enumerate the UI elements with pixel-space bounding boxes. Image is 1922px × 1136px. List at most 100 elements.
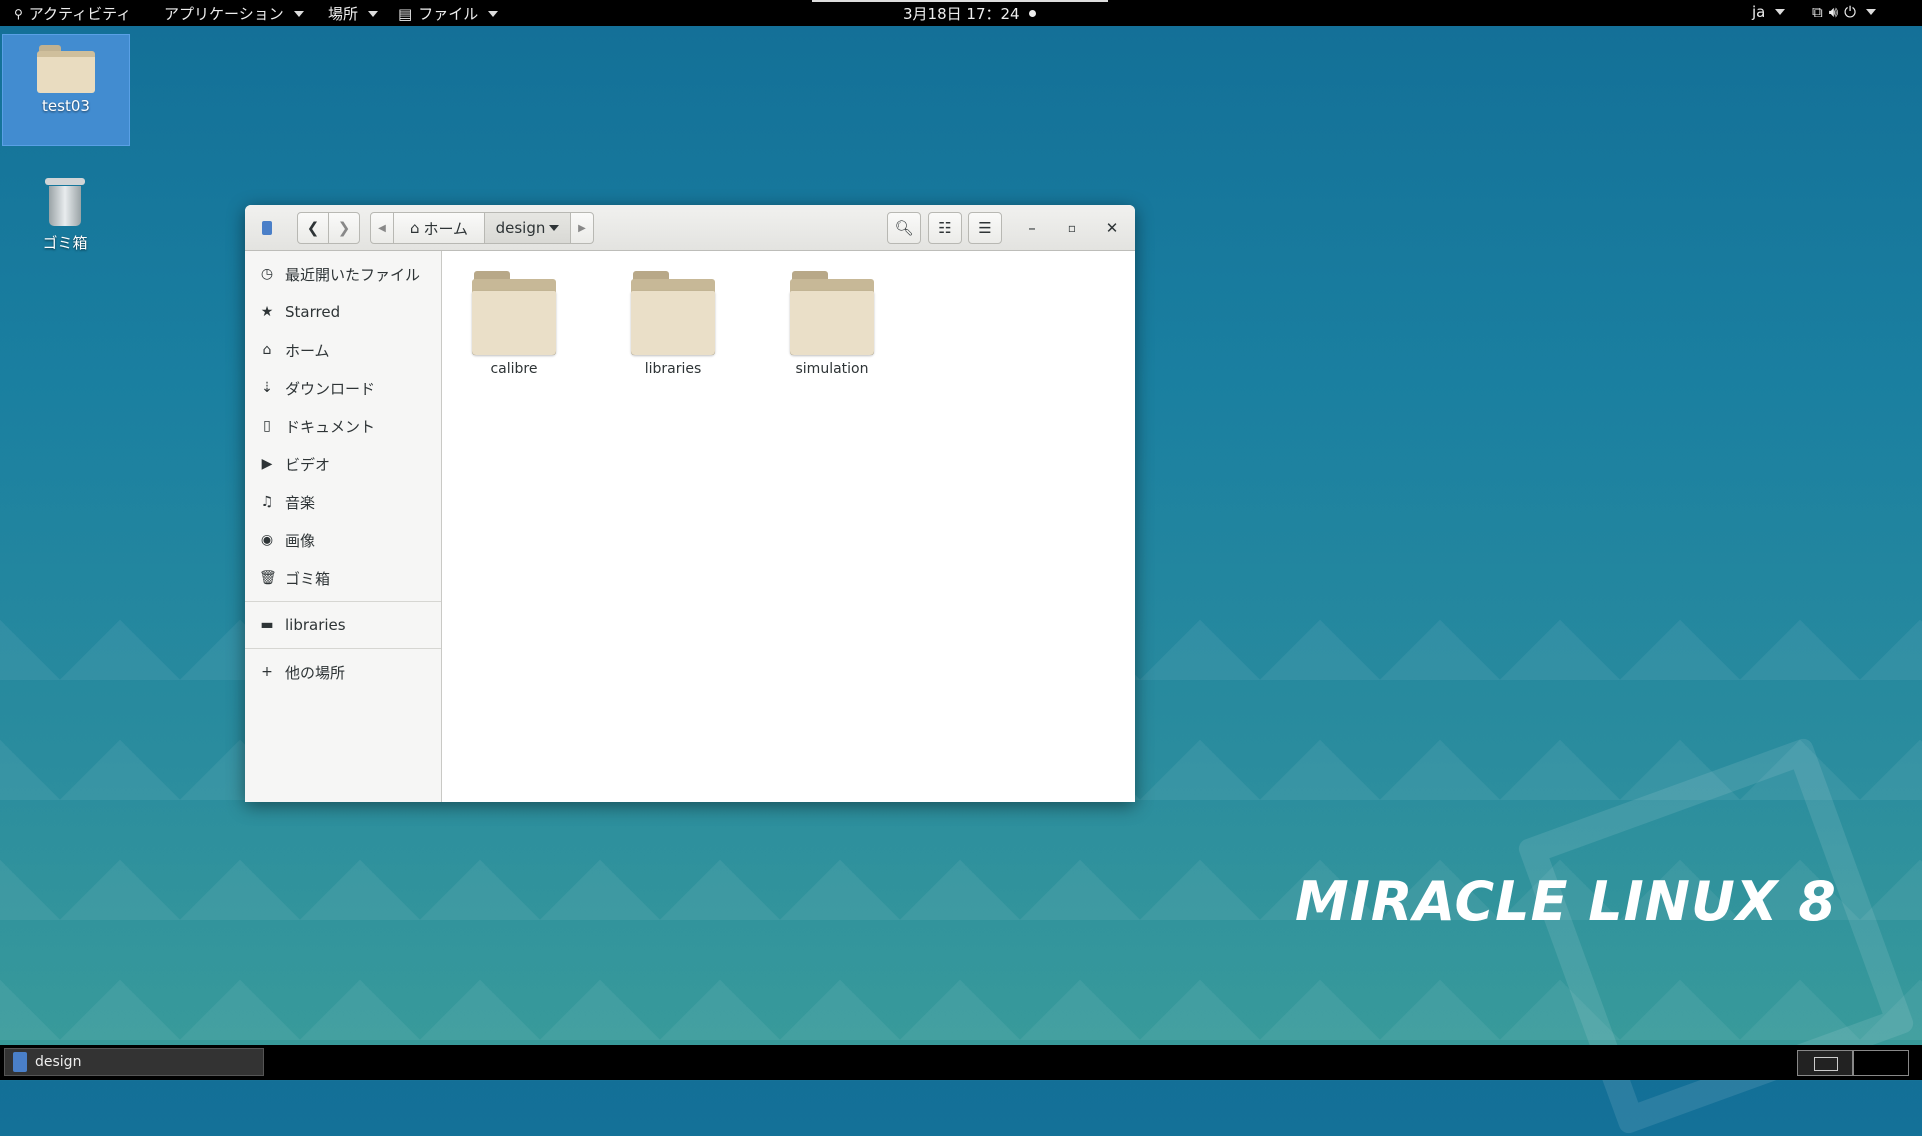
camera-icon: ◉ — [260, 532, 274, 548]
maximize-icon: ▫ — [1067, 221, 1077, 235]
sidebar-item-label: 画像 — [285, 531, 316, 550]
input-method-menu[interactable]: ja — [1752, 3, 1786, 21]
plus-icon: + — [261, 664, 273, 680]
chevron-left-icon: ❮ — [306, 219, 320, 237]
window-thumbnail-icon — [1814, 1057, 1838, 1071]
file-name: simulation — [795, 361, 869, 377]
close-button[interactable]: ✕ — [1097, 212, 1127, 244]
sidebar-item-bookmark-libraries[interactable]: ▬ libraries — [245, 606, 441, 644]
desktop-icon-home[interactable]: test03 — [2, 34, 130, 146]
minimize-icon: – — [1028, 219, 1036, 237]
clock[interactable]: 3月18日 17：24 — [903, 3, 1036, 24]
file-name: libraries — [644, 361, 702, 377]
home-icon: ⌂ — [409, 219, 420, 237]
sidebar-separator — [245, 648, 441, 649]
folder-icon: ▬ — [260, 617, 274, 633]
file-item-libraries[interactable]: libraries — [613, 271, 733, 377]
music-icon: ♫ — [260, 494, 274, 510]
triangle-left-icon: ◀ — [378, 222, 386, 234]
maximize-button[interactable]: ▫ — [1057, 212, 1087, 244]
top-bar: ⚲ アクティビティ アプリケーション 場所 ▤ ファイル 3月18日 17：24… — [0, 0, 1922, 26]
notification-dot-icon — [1028, 10, 1036, 17]
search-button[interactable]: 🔍︎ — [887, 212, 921, 244]
path-scroll-left-button[interactable]: ◀ — [370, 212, 394, 244]
sidebar-item-trash[interactable]: 🗑︎ ゴミ箱 — [245, 559, 441, 597]
activities-label: アクティビティ — [28, 5, 132, 23]
sidebar-item-label: ダウンロード — [285, 379, 376, 398]
back-button[interactable]: ❮ — [297, 212, 329, 244]
clock-underline — [812, 0, 1108, 2]
trash-icon — [45, 176, 85, 226]
sidebar-item-home[interactable]: ⌂ ホーム — [245, 331, 441, 369]
folder-icon — [790, 271, 874, 355]
video-icon: ▶ — [261, 456, 273, 472]
home-folder-icon — [37, 45, 95, 93]
sidebar: ◷ 最近開いたファイル ★ Starred ⌂ ホーム ⇣ ダウンロード ▯ ド… — [245, 251, 442, 802]
sidebar-item-documents[interactable]: ▯ ドキュメント — [245, 407, 441, 445]
download-icon: ⇣ — [261, 380, 273, 396]
network-icon: ⧉ — [1812, 3, 1823, 21]
applications-label: アプリケーション — [164, 5, 284, 23]
clock-label: 3月18日 17：24 — [903, 5, 1020, 23]
desktop-icon-trash[interactable]: ゴミ箱 — [2, 166, 128, 266]
forward-button[interactable]: ❯ — [328, 212, 360, 244]
activities-icon: ⚲ — [14, 6, 23, 21]
power-icon: ⏻ — [1844, 3, 1857, 21]
home-icon: ⌂ — [262, 342, 272, 358]
volume-icon: 🔊︎ — [1828, 3, 1839, 21]
sidebar-separator — [245, 601, 441, 602]
sidebar-item-label: ゴミ箱 — [285, 569, 331, 588]
sidebar-item-music[interactable]: ♫ 音楽 — [245, 483, 441, 521]
taskbar-window-button[interactable]: design — [4, 1048, 264, 1076]
workspace-1-button[interactable] — [1797, 1050, 1853, 1076]
clock-icon: ◷ — [260, 266, 274, 282]
sidebar-item-starred[interactable]: ★ Starred — [245, 293, 441, 331]
list-view-icon: ☷ — [938, 219, 952, 237]
files-app-menu[interactable]: ▤ ファイル — [398, 3, 499, 24]
places-menu[interactable]: 場所 — [328, 3, 379, 24]
chevron-right-icon: ❯ — [337, 219, 351, 237]
folder-icon — [472, 271, 556, 355]
sidebar-item-label: 最近開いたファイル — [285, 265, 421, 284]
sidebar-item-videos[interactable]: ▶ ビデオ — [245, 445, 441, 483]
triangle-right-icon: ▶ — [578, 222, 586, 234]
input-method-label: ja — [1752, 3, 1766, 21]
sidebar-item-label: libraries — [285, 616, 346, 634]
places-label: 場所 — [328, 5, 359, 23]
menu-button[interactable]: ☰ — [968, 212, 1002, 244]
applications-menu[interactable]: アプリケーション — [164, 3, 304, 24]
activities-button[interactable]: ⚲ アクティビティ — [14, 3, 131, 24]
sidebar-item-other-locations[interactable]: + 他の場所 — [245, 653, 441, 691]
desktop-icon-label: test03 — [42, 97, 90, 115]
close-icon: ✕ — [1105, 219, 1119, 237]
chevron-down-icon — [1866, 9, 1877, 15]
chevron-down-icon — [549, 225, 560, 231]
file-item-calibre[interactable]: calibre — [454, 271, 574, 377]
desktop-icon-label: ゴミ箱 — [42, 234, 88, 252]
sidebar-item-pictures[interactable]: ◉ 画像 — [245, 521, 441, 559]
sidebar-item-label: Starred — [285, 303, 341, 321]
minimize-button[interactable]: – — [1017, 212, 1047, 244]
file-item-simulation[interactable]: simulation — [772, 271, 892, 377]
file-manager-icon — [13, 1052, 27, 1072]
chevron-down-icon — [368, 10, 379, 17]
path-current-button[interactable]: design — [484, 212, 571, 244]
view-toggle-button[interactable]: ☷ — [928, 212, 962, 244]
sidebar-item-downloads[interactable]: ⇣ ダウンロード — [245, 369, 441, 407]
sidebar-item-label: ビデオ — [285, 455, 331, 474]
system-menu[interactable]: ⧉ 🔊︎ ⏻ — [1812, 3, 1877, 21]
folder-icon — [631, 271, 715, 355]
file-name: calibre — [490, 361, 538, 377]
workspace-2-button[interactable] — [1853, 1050, 1909, 1076]
files-app-label: ファイル — [418, 5, 479, 23]
chevron-down-icon — [488, 10, 499, 17]
sidebar-item-recent[interactable]: ◷ 最近開いたファイル — [245, 255, 441, 293]
path-scroll-right-button[interactable]: ▶ — [570, 212, 594, 244]
path-home-button[interactable]: ⌂ ホーム — [393, 212, 485, 244]
chevron-down-icon — [1775, 9, 1786, 15]
bottom-panel: design — [0, 1045, 1922, 1080]
file-manager-window: ❮ ❯ ◀ ⌂ ホーム design ▶ 🔍︎ ☷ ☰ – ▫ ✕ ◷ 最近開い… — [245, 205, 1135, 802]
sidebar-item-label: ホーム — [285, 341, 330, 360]
files-app-icon: ▤ — [398, 4, 413, 23]
file-view: calibre libraries simulation — [442, 251, 1135, 802]
